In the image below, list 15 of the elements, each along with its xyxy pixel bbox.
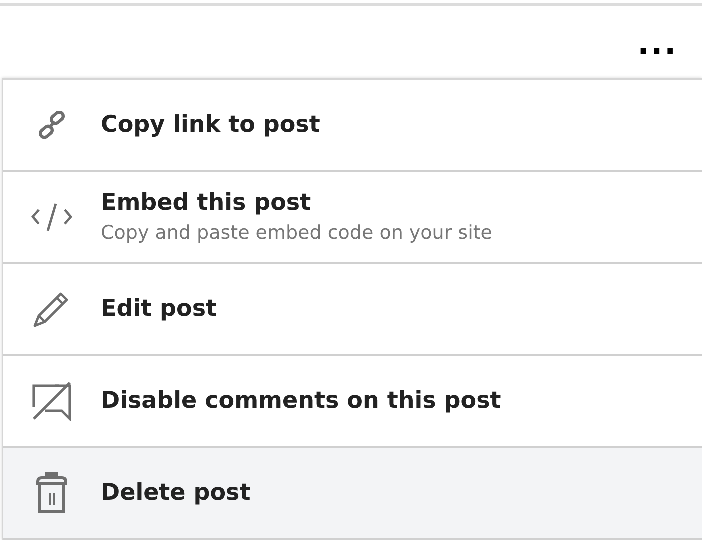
more-button[interactable]: ... bbox=[634, 28, 682, 62]
comment-off-icon bbox=[31, 381, 73, 421]
menu-item[interactable]: Delete post bbox=[3, 448, 702, 540]
menu-item-label: Edit post bbox=[101, 296, 218, 322]
trash-icon bbox=[35, 472, 69, 514]
menu-item[interactable]: Copy link to post bbox=[3, 80, 702, 172]
menu-item-label: Disable comments on this post bbox=[101, 388, 502, 414]
link-icon bbox=[38, 111, 66, 139]
menu-item[interactable]: Edit post bbox=[3, 264, 702, 356]
menu-item-label: Copy link to post bbox=[101, 112, 320, 138]
menu-item[interactable]: Disable comments on this post bbox=[3, 356, 702, 448]
menu-item-label: Delete post bbox=[101, 480, 251, 506]
menu-item-description: Copy and paste embed code on your site bbox=[101, 222, 492, 244]
menu-item-label: Embed this post bbox=[101, 190, 312, 216]
menu-item[interactable]: Embed this post Copy and paste embed code on your site bbox=[3, 172, 702, 264]
